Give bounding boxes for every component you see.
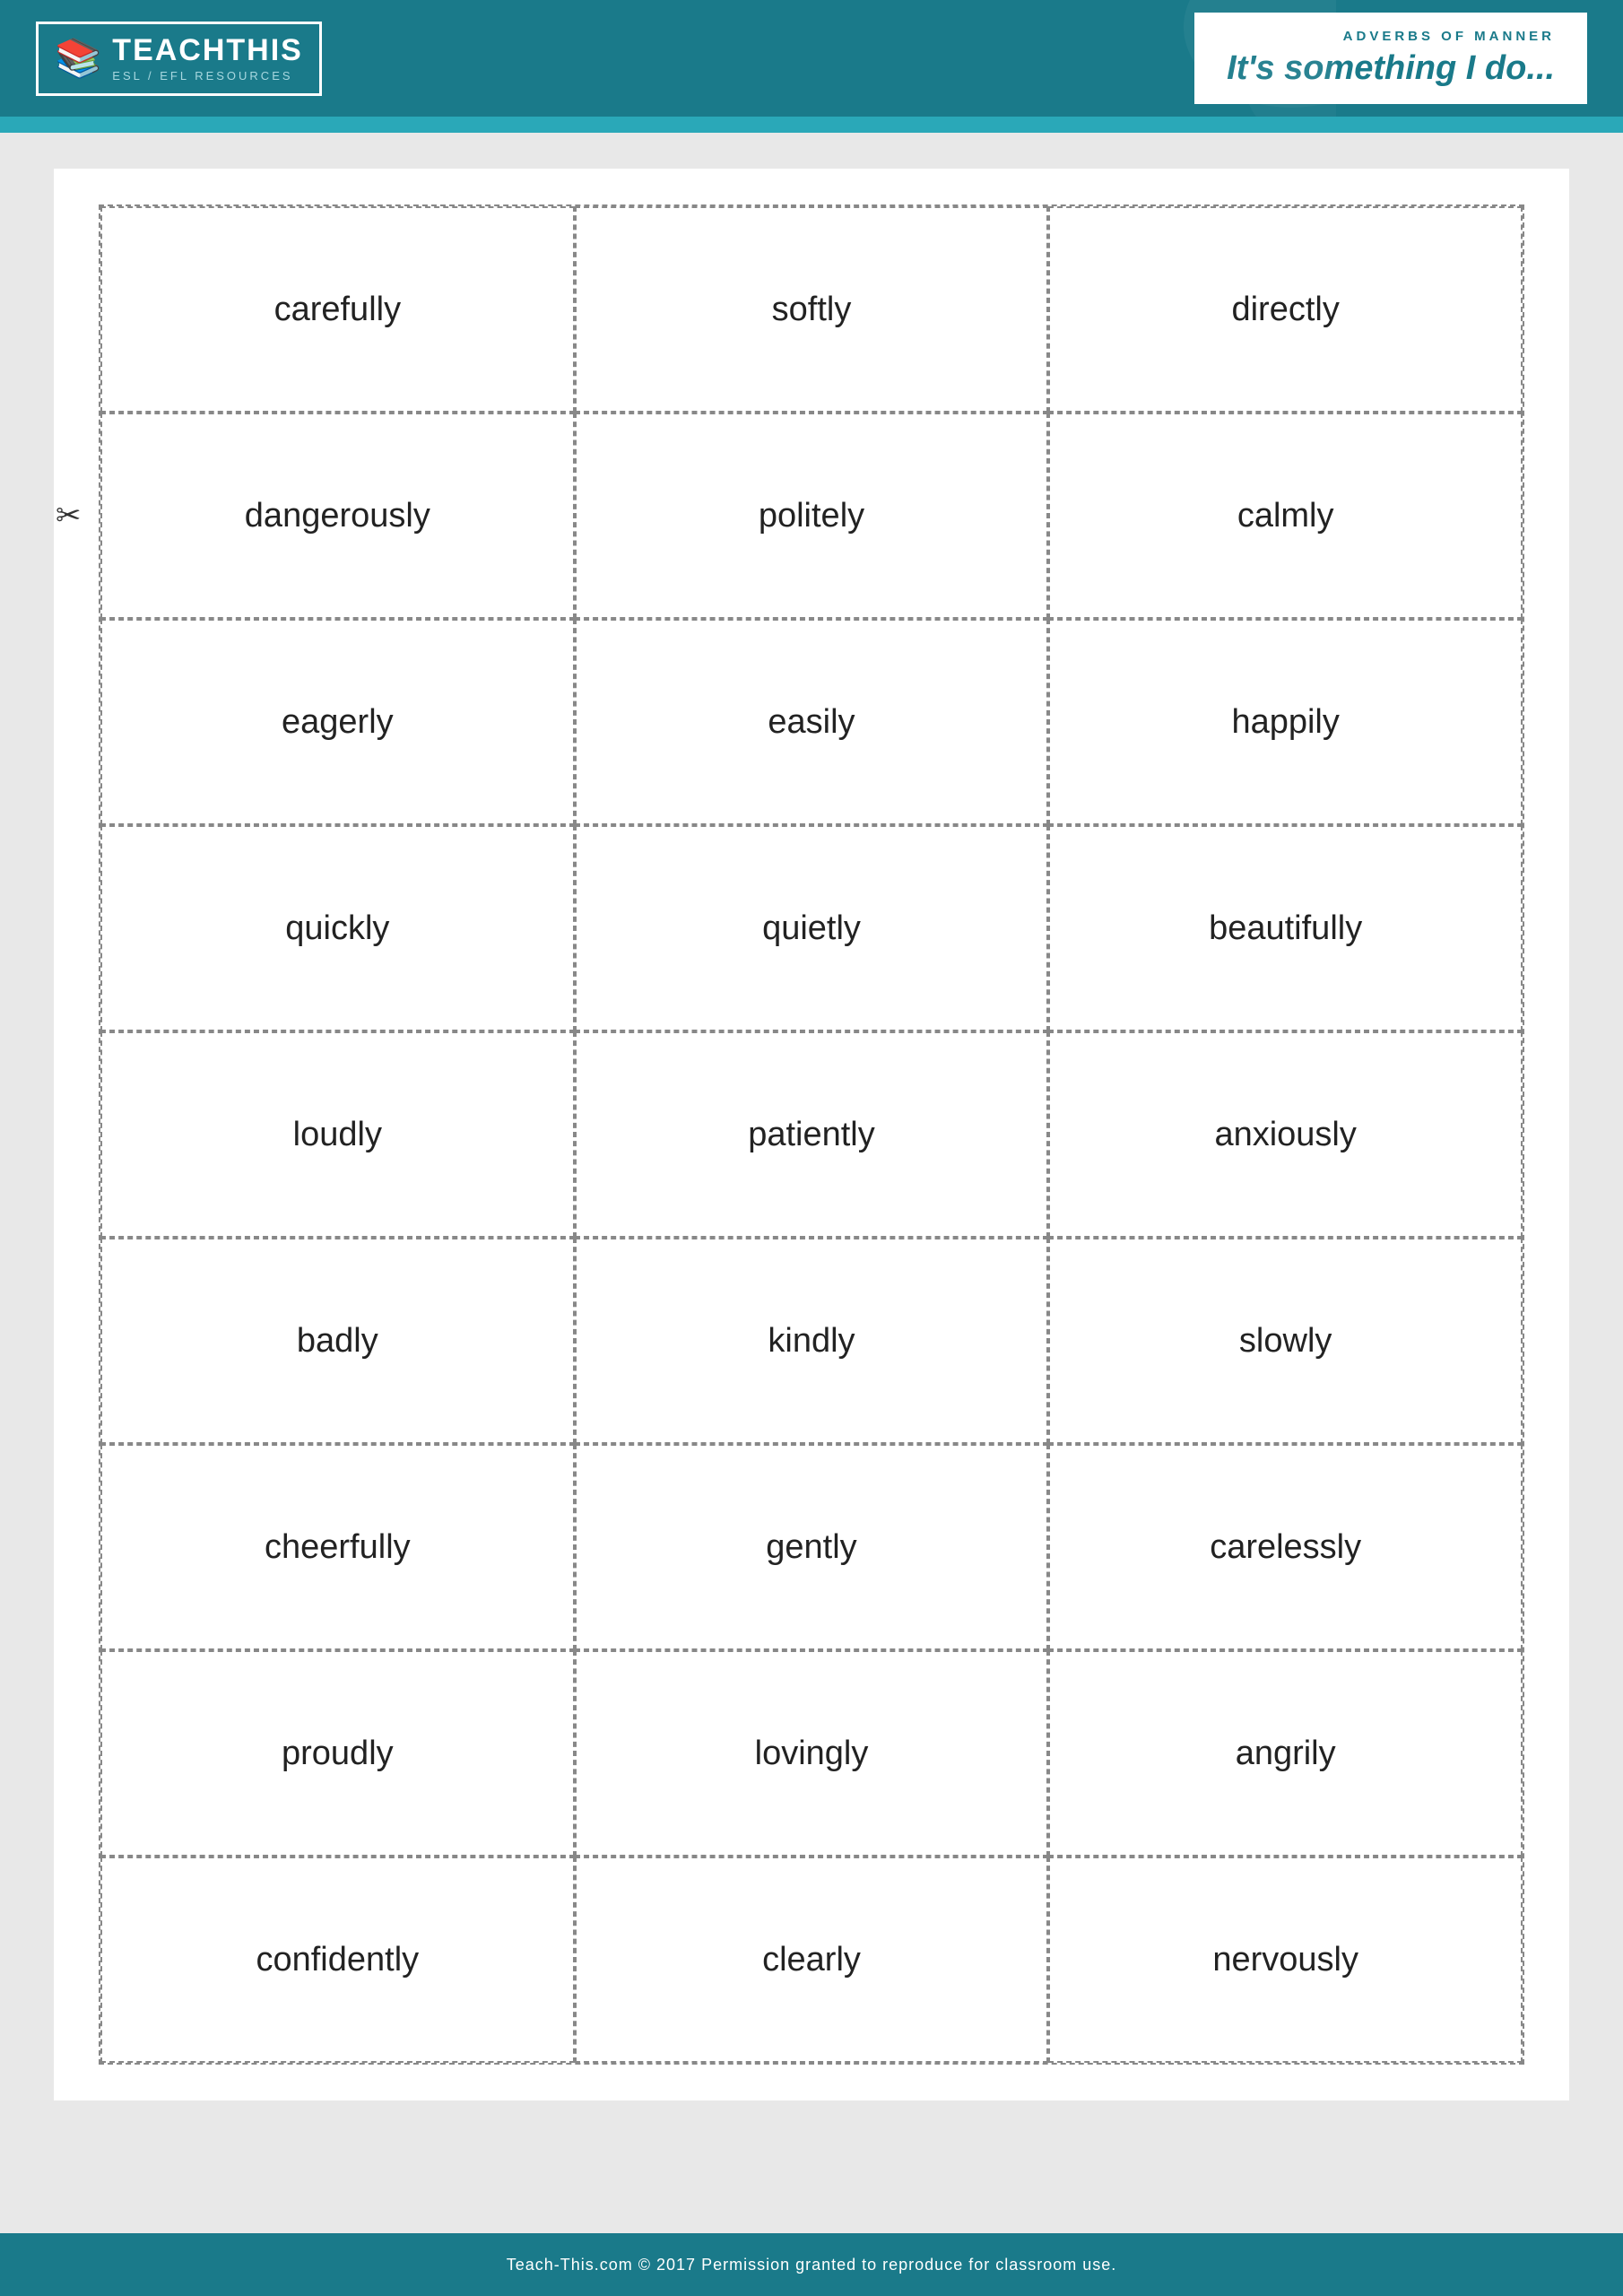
logo-box: 📚 TEACHTHIS ESL / EFL RESOURCES	[36, 22, 322, 96]
page-header: 📚 TEACHTHIS ESL / EFL RESOURCES ADVERBS …	[0, 0, 1623, 117]
word-cell: gently	[575, 1444, 1049, 1650]
word-cell: anxiously	[1048, 1031, 1523, 1238]
word-cell: quickly	[100, 825, 575, 1031]
word-cell: calmly	[1048, 413, 1523, 619]
word-cell: kindly	[575, 1238, 1049, 1444]
word-cell: angrily	[1048, 1650, 1523, 1857]
word-cell: patiently	[575, 1031, 1049, 1238]
word-cell: badly	[100, 1238, 575, 1444]
word-cell: carelessly	[1048, 1444, 1523, 1650]
footer-text: Teach-This.com © 2017 Permission granted…	[507, 2256, 1117, 2274]
word-cell: softly	[575, 206, 1049, 413]
logo-sub-text: ESL / EFL RESOURCES	[112, 69, 292, 83]
word-cell: quietly	[575, 825, 1049, 1031]
main-content: carefully softly directly ✂ dangerously …	[54, 169, 1569, 2100]
word-cell: politely	[575, 413, 1049, 619]
word-cell: proudly	[100, 1650, 575, 1857]
word-cell: ✂ dangerously	[100, 413, 575, 619]
word-cell: lovingly	[575, 1650, 1049, 1857]
word-cell: slowly	[1048, 1238, 1523, 1444]
word-cell: cheerfully	[100, 1444, 575, 1650]
logo-main-text: TEACHTHIS	[112, 35, 303, 65]
word-cell: confidently	[100, 1857, 575, 2063]
scissors-icon: ✂	[56, 498, 82, 534]
word-cell: loudly	[100, 1031, 575, 1238]
word-cell: eagerly	[100, 619, 575, 825]
page-footer: Teach-This.com © 2017 Permission granted…	[0, 2233, 1623, 2296]
word-cell: happily	[1048, 619, 1523, 825]
word-cell: beautifully	[1048, 825, 1523, 1031]
teal-stripe	[0, 117, 1623, 133]
book-icon: 📚	[55, 39, 101, 77]
word-cell: directly	[1048, 206, 1523, 413]
word-cell: carefully	[100, 206, 575, 413]
word-cell: easily	[575, 619, 1049, 825]
word-cell: clearly	[575, 1857, 1049, 2063]
word-grid: carefully softly directly ✂ dangerously …	[99, 204, 1524, 2065]
word-cell: nervously	[1048, 1857, 1523, 2063]
